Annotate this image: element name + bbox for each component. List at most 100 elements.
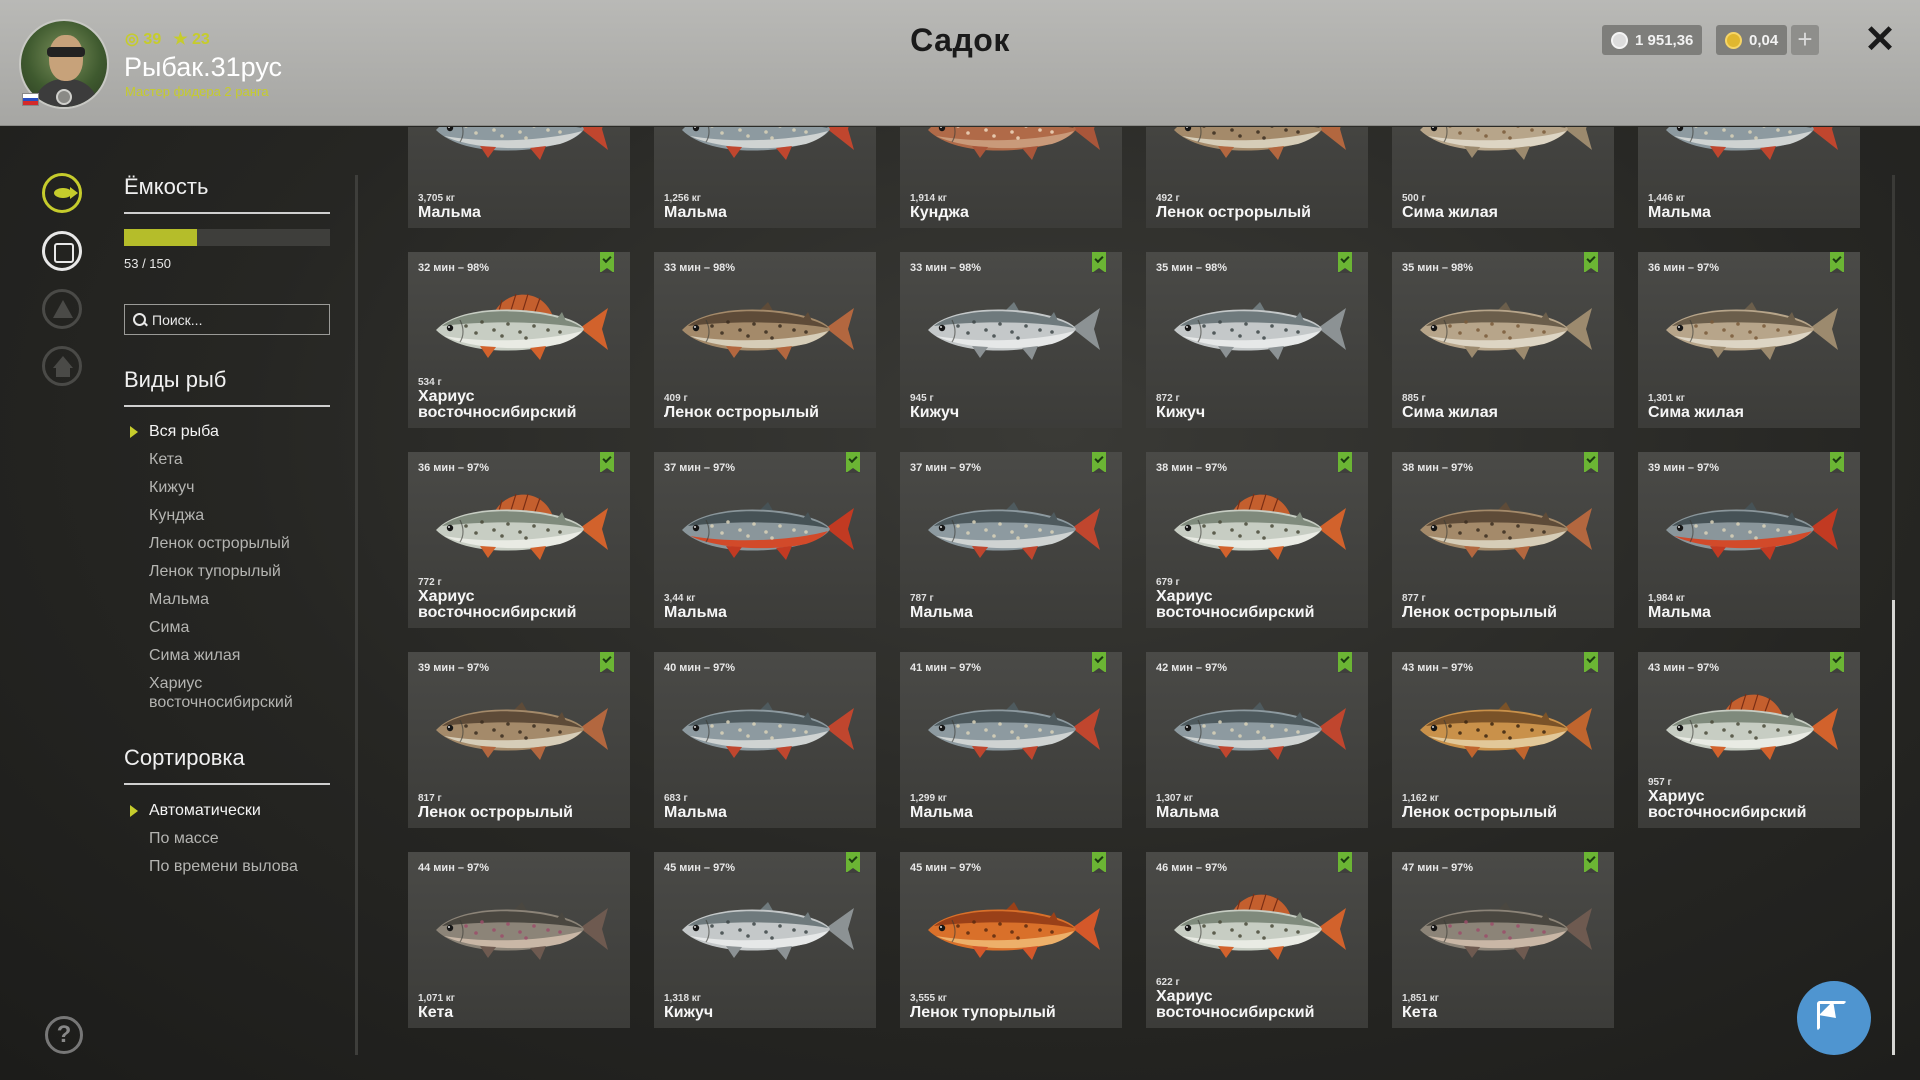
- species-filter-item[interactable]: Кижуч: [124, 478, 330, 497]
- catch-time: 37 мин – 97%: [664, 462, 736, 474]
- fish-image: [1420, 302, 1592, 360]
- russia-flag-icon: [22, 93, 39, 106]
- fish-card[interactable]: 3,705 кг Мальма: [408, 127, 630, 228]
- bookmark-icon[interactable]: [1584, 652, 1598, 673]
- fish-card[interactable]: 1,914 кг Кунджа: [900, 127, 1122, 228]
- fish-tab-icon[interactable]: [42, 173, 82, 213]
- bookmark-icon[interactable]: [1830, 252, 1844, 273]
- bookmark-icon[interactable]: [846, 852, 860, 873]
- fish-card[interactable]: 40 мин – 97% 683 г Мальма: [654, 652, 876, 828]
- fish-weight: 772 г: [418, 577, 442, 588]
- fish-weight: 1,162 кг: [1402, 793, 1439, 804]
- fish-card[interactable]: 492 г Ленок острорылый: [1146, 127, 1368, 228]
- fish-info: 1,162 кг Ленок острорылый: [1402, 793, 1608, 821]
- fish-image: [682, 702, 854, 760]
- species-filter-item[interactable]: Кунджа: [124, 506, 330, 525]
- fish-card[interactable]: 36 мин – 97% 772 г Хариус восточносибирски…: [408, 452, 630, 628]
- species-filter-item[interactable]: Кета: [124, 450, 330, 469]
- catch-time: 42 мин – 97%: [1156, 662, 1228, 674]
- fish-image: [682, 902, 854, 960]
- capacity-fill: [124, 229, 197, 246]
- fish-card[interactable]: 38 мин – 97% 679 г Хариус восточносибирски…: [1146, 452, 1368, 628]
- fish-card[interactable]: 1,256 кг Мальма: [654, 127, 876, 228]
- fish-card[interactable]: 45 мин – 97% 1,318 кг Кижуч: [654, 852, 876, 1028]
- fish-weight: 683 г: [664, 793, 688, 804]
- fish-card[interactable]: 35 мин – 98% 872 г Кижуч: [1146, 252, 1368, 428]
- fish-name: Ленок острорылый: [418, 804, 573, 821]
- sort-option-item[interactable]: Автоматически: [124, 801, 330, 820]
- bookmark-icon[interactable]: [846, 452, 860, 473]
- search-icon: [133, 313, 146, 326]
- fish-card[interactable]: 46 мин – 97% 622 г Хариус восточносибирски…: [1146, 852, 1368, 1028]
- bookmark-icon[interactable]: [1338, 252, 1352, 273]
- species-filter-item[interactable]: Вся рыба: [124, 422, 330, 441]
- bookmark-icon[interactable]: [1092, 452, 1106, 473]
- fish-image: [928, 127, 1100, 160]
- home-tab-icon[interactable]: [42, 346, 82, 386]
- fish-card[interactable]: 41 мин – 97% 1,299 кг Мальма: [900, 652, 1122, 828]
- capacity-heading: Ёмкость: [124, 174, 330, 214]
- fish-card[interactable]: 33 мин – 98% 409 г Ленок острорылый: [654, 252, 876, 428]
- fish-card[interactable]: 43 мин – 97% 1,162 кг Ленок острорылый: [1392, 652, 1614, 828]
- bookmark-icon[interactable]: [1584, 852, 1598, 873]
- bookmark-icon[interactable]: [1092, 652, 1106, 673]
- bookmark-icon[interactable]: [600, 252, 614, 273]
- fish-card[interactable]: 37 мин – 97% 787 г Мальма: [900, 452, 1122, 628]
- fish-image: [1174, 702, 1346, 760]
- fish-card[interactable]: 38 мин – 97% 877 г Ленок острорылый: [1392, 452, 1614, 628]
- silver-coin-icon: [1611, 31, 1628, 49]
- species-filter-item[interactable]: Ленок острорылый: [124, 534, 330, 553]
- fish-card[interactable]: 43 мин – 97% 957 г Хариус восточносибирски…: [1638, 652, 1860, 828]
- fish-info: 622 г Хариус восточносибирский: [1156, 977, 1362, 1021]
- fish-name: Мальма: [910, 804, 973, 821]
- fish-weight: 1,301 кг: [1648, 393, 1685, 404]
- fish-card[interactable]: 1,446 кг Мальма: [1638, 127, 1860, 228]
- fish-card[interactable]: 37 мин – 97% 3,44 кг Мальма: [654, 452, 876, 628]
- fish-image: [682, 302, 854, 360]
- fish-card[interactable]: 500 г Сима жилая: [1392, 127, 1614, 228]
- bookmark-icon[interactable]: [1338, 652, 1352, 673]
- fish-card[interactable]: 33 мин – 98% 945 г Кижуч: [900, 252, 1122, 428]
- close-button[interactable]: ✕: [1862, 20, 1898, 60]
- bookmark-icon[interactable]: [1584, 452, 1598, 473]
- tent-tab-icon[interactable]: [42, 289, 82, 329]
- fish-card[interactable]: 39 мин – 97% 817 г Ленок острорылый: [408, 652, 630, 828]
- species-filter-item[interactable]: Сима жилая: [124, 646, 330, 665]
- bookmark-icon[interactable]: [1092, 852, 1106, 873]
- bookmark-icon[interactable]: [600, 652, 614, 673]
- scrollbar-thumb[interactable]: [1892, 600, 1895, 1055]
- help-button[interactable]: ?: [45, 1016, 83, 1054]
- buy-currency-button[interactable]: +: [1791, 25, 1819, 55]
- bookmark-icon[interactable]: [1092, 252, 1106, 273]
- catch-time: 43 мин – 97%: [1648, 662, 1720, 674]
- fish-weight: 1,318 кг: [664, 993, 701, 1004]
- fish-card[interactable]: 44 мин – 97% 1,071 кг Кета: [408, 852, 630, 1028]
- fish-card[interactable]: 36 мин – 97% 1,301 кг Сима жилая: [1638, 252, 1860, 428]
- sort-option-item[interactable]: По массе: [124, 829, 330, 848]
- species-filter-item[interactable]: Ленок тупорылый: [124, 562, 330, 581]
- sort-option-item[interactable]: По времени вылова: [124, 857, 330, 876]
- species-filter-item[interactable]: Мальма: [124, 590, 330, 609]
- bookmark-icon[interactable]: [1338, 852, 1352, 873]
- bookmark-icon[interactable]: [1584, 252, 1598, 273]
- cursor-mode-button[interactable]: [1797, 981, 1871, 1055]
- bookmark-icon[interactable]: [1830, 652, 1844, 673]
- fish-image: [928, 702, 1100, 760]
- bookmark-icon[interactable]: [1338, 452, 1352, 473]
- bookmark-icon[interactable]: [1830, 452, 1844, 473]
- fish-card[interactable]: 42 мин – 97% 1,307 кг Мальма: [1146, 652, 1368, 828]
- search-input[interactable]: [152, 311, 312, 328]
- fish-card[interactable]: 39 мин – 97% 1,984 кг Мальма: [1638, 452, 1860, 628]
- fish-image: [1174, 493, 1346, 560]
- fish-weight: 1,851 кг: [1402, 993, 1439, 1004]
- fish-card[interactable]: 35 мин – 98% 885 г Сима жилая: [1392, 252, 1614, 428]
- bookmark-icon[interactable]: [600, 452, 614, 473]
- search-box[interactable]: [124, 304, 330, 335]
- species-filter-item[interactable]: Хариус восточносибирский: [124, 674, 330, 712]
- fish-info: 1,851 кг Кета: [1402, 993, 1608, 1021]
- fish-card[interactable]: 32 мин – 98% 534 г Хариус восточносибирски…: [408, 252, 630, 428]
- keepnet-tab-icon[interactable]: [42, 231, 82, 271]
- fish-card[interactable]: 47 мин – 97% 1,851 кг Кета: [1392, 852, 1614, 1028]
- species-filter-item[interactable]: Сима: [124, 618, 330, 637]
- fish-card[interactable]: 45 мин – 97% 3,555 кг Ленок тупорылый: [900, 852, 1122, 1028]
